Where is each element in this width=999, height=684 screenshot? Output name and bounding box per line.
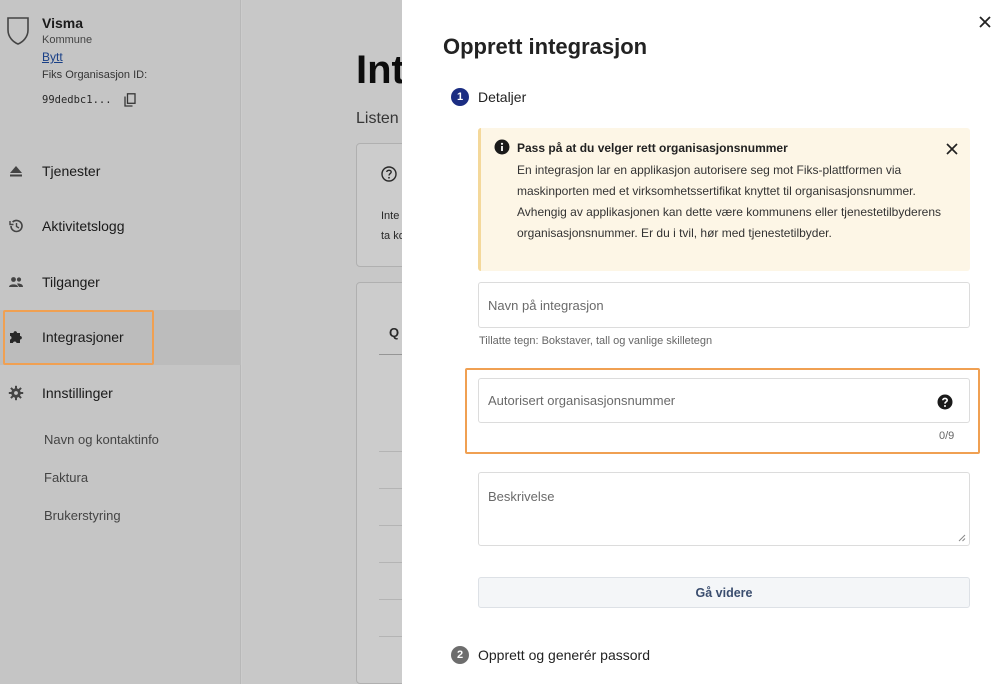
step-number: 2	[451, 646, 469, 664]
character-counter: 0/9	[939, 430, 955, 442]
create-integration-drawer: Opprett integrasjon 1 Detaljer Pass på a…	[402, 0, 999, 684]
step-label: Opprett og generér passord	[478, 647, 650, 663]
integration-name-input[interactable]	[479, 283, 969, 327]
alert-title: Pass på at du velger rett organisasjonsn…	[517, 141, 788, 155]
next-button[interactable]: Gå videre	[478, 577, 970, 608]
step-number: 1	[451, 88, 469, 106]
warning-alert: Pass på at du velger rett organisasjonsn…	[478, 128, 970, 271]
step-create-password: 2 Opprett og generér passord	[451, 646, 650, 664]
modal-backdrop[interactable]	[0, 0, 402, 684]
resize-handle-icon[interactable]	[958, 534, 966, 542]
org-number-field-wrapper	[478, 378, 970, 423]
drawer-title: Opprett integrasjon	[443, 34, 648, 59]
step-details: 1 Detaljer	[451, 88, 526, 106]
integration-name-field-wrapper	[478, 282, 970, 328]
description-textarea[interactable]	[479, 473, 969, 545]
close-icon[interactable]	[977, 14, 993, 30]
help-icon[interactable]	[937, 394, 953, 410]
description-field-wrapper	[478, 472, 970, 546]
close-alert-icon[interactable]	[945, 142, 959, 156]
alert-body: En integrasjon lar en applikasjon autori…	[517, 163, 942, 240]
info-icon	[494, 139, 510, 155]
integration-name-hint: Tillatte tegn: Bokstaver, tall og vanlig…	[479, 335, 713, 347]
org-number-input[interactable]	[479, 379, 969, 422]
step-label: Detaljer	[478, 89, 527, 105]
